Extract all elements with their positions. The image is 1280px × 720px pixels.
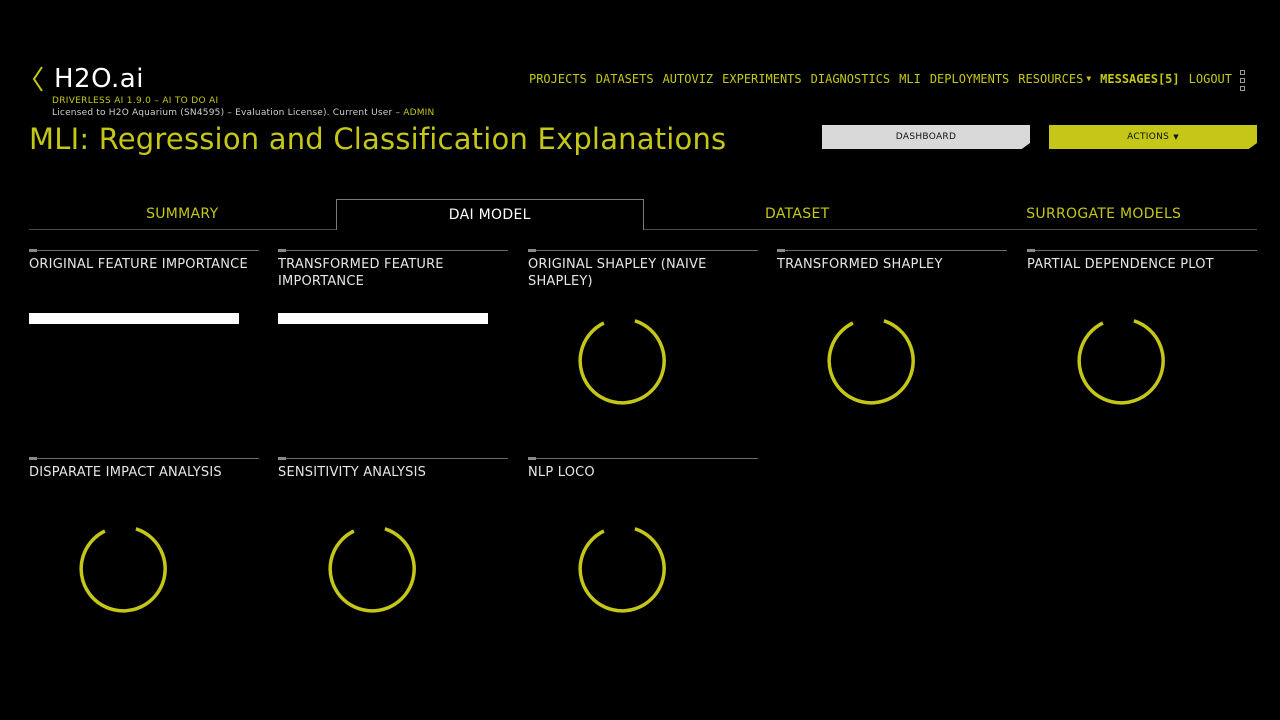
card-partial-dependence-plot[interactable]: PARTIAL DEPENDENCE PLOT [1027,249,1257,440]
nav-projects[interactable]: PROJECTS [529,72,587,86]
card-divider [528,457,758,461]
card-title: ORIGINAL FEATURE IMPORTANCE [29,257,248,272]
nav-datasets[interactable]: DATASETS [596,72,654,86]
card-title: TRANSFORMED FEATURE IMPORTANCE [278,257,444,289]
loading-bar [278,313,488,324]
current-user[interactable]: ADMIN [403,108,434,118]
card-divider [278,457,508,461]
nav-autoviz[interactable]: AUTOVIZ [663,72,714,86]
loading-spinner-icon [1077,319,1165,405]
logo[interactable]: H2O.ai [54,64,144,94]
license-info: Licensed to H2O Aquarium (SN4595) – Eval… [52,108,434,118]
tab-bar: SUMMARY DAI MODEL DATASET SURROGATE MODE… [29,199,1257,230]
card-transformed-feature-importance[interactable]: TRANSFORMED FEATURE IMPORTANCE [278,249,508,440]
card-title: SENSITIVITY ANALYSIS [278,465,427,480]
nav-diagnostics[interactable]: DIAGNOSTICS [811,72,890,86]
card-title: TRANSFORMED SHAPLEY [777,257,943,272]
card-divider [29,249,259,253]
top-nav: PROJECTS DATASETS AUTOVIZ EXPERIMENTS DI… [529,72,1232,86]
loading-spinner-icon [827,319,915,405]
page-title: MLI: Regression and Classification Expla… [29,122,727,156]
caret-down-icon: ▼ [1173,133,1179,141]
dashboard-button[interactable]: DASHBOARD [822,125,1030,149]
nav-experiments[interactable]: EXPERIMENTS [722,72,801,86]
card-title: ORIGINAL SHAPLEY (NAIVE SHAPLEY) [528,257,707,289]
tab-surrogate-models[interactable]: SURROGATE MODELS [951,199,1258,229]
kebab-dot [1240,78,1245,83]
actions-button[interactable]: ACTIONS ▼ [1049,125,1257,149]
card-divider [528,249,758,253]
card-original-feature-importance[interactable]: ORIGINAL FEATURE IMPORTANCE [29,249,259,440]
actions-label: ACTIONS [1127,132,1170,142]
card-sensitivity-analysis[interactable]: SENSITIVITY ANALYSIS [278,457,508,648]
caret-down-icon: ▼ [1086,74,1092,83]
card-divider [29,457,259,461]
kebab-dot [1240,86,1245,91]
card-divider [278,249,508,253]
card-title: NLP LOCO [528,465,595,480]
kebab-dot [1240,70,1245,75]
brand[interactable]: H2O.ai [30,64,144,94]
nav-mli[interactable]: MLI [899,72,921,86]
card-title: PARTIAL DEPENDENCE PLOT [1027,257,1214,272]
loading-spinner-icon [578,319,666,405]
nav-resources-label: RESOURCES [1018,72,1084,86]
nav-deployments[interactable]: DEPLOYMENTS [930,72,1009,86]
card-disparate-impact-analysis[interactable]: DISPARATE IMPACT ANALYSIS [29,457,259,648]
card-divider [1027,249,1257,253]
card-nlp-loco[interactable]: NLP LOCO [528,457,758,648]
back-chevron-icon[interactable] [30,65,46,93]
loading-spinner-icon [79,527,167,613]
loading-spinner-icon [578,527,666,613]
license-text: Licensed to H2O Aquarium (SN4595) – Eval… [52,108,404,118]
card-title: DISPARATE IMPACT ANALYSIS [29,465,222,480]
loading-spinner-icon [328,527,416,613]
card-transformed-shapley[interactable]: TRANSFORMED SHAPLEY [777,249,1007,440]
card-divider [777,249,1007,253]
nav-messages[interactable]: MESSAGES[5] [1100,72,1179,86]
tab-summary[interactable]: SUMMARY [29,199,336,229]
app-root: H2O.ai DRIVERLESS AI 1.9.0 – AI TO DO AI… [0,0,1280,720]
loading-bar [29,313,239,324]
tab-dataset[interactable]: DATASET [644,199,951,229]
nav-resources[interactable]: RESOURCES ▼ [1018,72,1091,86]
version-info: DRIVERLESS AI 1.9.0 – AI TO DO AI [52,96,219,106]
more-menu-icon[interactable] [1240,70,1246,91]
nav-logout[interactable]: LOGOUT [1189,72,1232,86]
tab-dai-model[interactable]: DAI MODEL [335,199,644,230]
card-original-shapley[interactable]: ORIGINAL SHAPLEY (NAIVE SHAPLEY) [528,249,758,440]
